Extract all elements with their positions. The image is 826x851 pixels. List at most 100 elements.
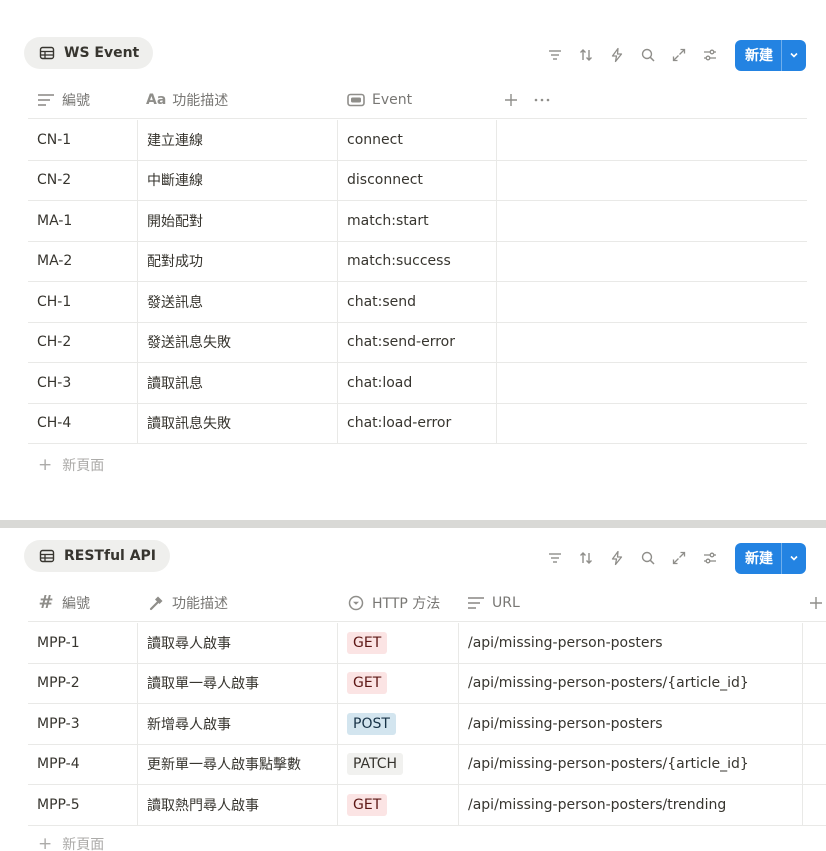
cell-url[interactable]: /api/missing-person-posters	[459, 704, 803, 744]
cell-url[interactable]: /api/missing-person-posters/trending	[459, 785, 803, 825]
cell-description[interactable]: 讀取熱門尋人啟事	[138, 785, 338, 825]
cell-id[interactable]: CH-3	[28, 363, 138, 403]
cell-id[interactable]: MPP-3	[28, 704, 138, 744]
table-row[interactable]: MPP-3 新增尋人啟事 POST /api/missing-person-po…	[28, 704, 826, 745]
table-row[interactable]: CH-2 發送訊息失敗 chat:send-error	[28, 322, 807, 363]
cell-http-method[interactable]: POST	[338, 704, 459, 744]
cell-url[interactable]: /api/missing-person-posters/{article_id}	[459, 744, 803, 784]
table-row[interactable]: CN-2 中斷連線 disconnect	[28, 160, 807, 201]
cell-description[interactable]: 發送訊息	[138, 282, 338, 322]
sort-icon[interactable]	[570, 41, 601, 69]
cell-empty[interactable]	[497, 282, 807, 322]
search-icon[interactable]	[632, 41, 663, 69]
cell-description[interactable]: 讀取單一尋人啟事	[138, 663, 338, 703]
table-row[interactable]: CH-3 讀取訊息 chat:load	[28, 363, 807, 404]
cell-description[interactable]: 建立連線	[138, 120, 338, 160]
cell-description[interactable]: 讀取訊息	[138, 363, 338, 403]
ws-event-view-tab[interactable]: WS Event	[24, 37, 154, 69]
column-header-url[interactable]: URL	[458, 584, 803, 622]
cell-description[interactable]: 讀取訊息失敗	[138, 403, 338, 443]
new-button-label[interactable]: 新建	[735, 40, 781, 71]
cell-http-method[interactable]: GET	[338, 623, 459, 663]
cell-empty[interactable]	[497, 201, 807, 241]
cell-event[interactable]: chat:send-error	[338, 322, 497, 362]
rest-new-page-button[interactable]: + 新頁面	[38, 834, 104, 851]
cell-event[interactable]: match:start	[338, 201, 497, 241]
cell-event[interactable]: connect	[338, 120, 497, 160]
cell-empty[interactable]	[497, 404, 807, 444]
table-row[interactable]: CH-1 發送訊息 chat:send	[28, 282, 807, 323]
cell-empty[interactable]	[497, 120, 807, 160]
chevron-down-icon[interactable]	[782, 543, 806, 574]
cell-empty[interactable]	[497, 363, 807, 403]
cell-empty[interactable]	[803, 745, 826, 785]
cell-id[interactable]: CH-2	[28, 322, 138, 362]
cell-http-method[interactable]: GET	[338, 785, 459, 825]
ws-new-page-button[interactable]: + 新頁面	[38, 455, 104, 475]
cell-empty[interactable]	[803, 664, 826, 704]
settings-sliders-icon[interactable]	[694, 544, 725, 572]
table-row[interactable]: MPP-2 讀取單一尋人啟事 GET /api/missing-person-p…	[28, 663, 826, 704]
cell-empty[interactable]	[803, 785, 826, 825]
cell-empty[interactable]	[497, 161, 807, 201]
cell-url[interactable]: /api/missing-person-posters/{article_id}	[459, 663, 803, 703]
cell-id[interactable]: MA-1	[28, 201, 138, 241]
cell-id[interactable]: MPP-1	[28, 623, 138, 663]
table-row[interactable]: CH-4 讀取訊息失敗 chat:load-error	[28, 403, 807, 444]
search-icon[interactable]	[632, 544, 663, 572]
column-header-description[interactable]: 功能描述	[138, 584, 338, 622]
table-row[interactable]: MA-1 開始配對 match:start	[28, 201, 807, 242]
chevron-down-icon[interactable]	[782, 40, 806, 71]
cell-id[interactable]: MA-2	[28, 241, 138, 281]
cell-id[interactable]: MPP-4	[28, 744, 138, 784]
automation-bolt-icon[interactable]	[601, 41, 632, 69]
table-row[interactable]: MPP-1 讀取尋人啟事 GET /api/missing-person-pos…	[28, 623, 826, 664]
cell-event[interactable]: match:success	[338, 241, 497, 281]
cell-event[interactable]: disconnect	[338, 160, 497, 200]
automation-bolt-icon[interactable]	[601, 544, 632, 572]
add-column-icon[interactable]	[803, 584, 826, 622]
cell-description[interactable]: 中斷連線	[138, 160, 338, 200]
table-row[interactable]: CN-1 建立連線 connect	[28, 120, 807, 161]
cell-empty[interactable]	[803, 623, 826, 663]
add-column-icon[interactable]	[498, 81, 528, 119]
expand-icon[interactable]	[663, 544, 694, 572]
column-header-id[interactable]: 編號	[28, 81, 138, 119]
cell-description[interactable]: 更新單一尋人啟事點擊數	[138, 744, 338, 784]
cell-description[interactable]: 發送訊息失敗	[138, 322, 338, 362]
column-header-description[interactable]: Aa 功能描述	[138, 81, 338, 119]
table-row[interactable]: MA-2 配對成功 match:success	[28, 241, 807, 282]
cell-description[interactable]: 配對成功	[138, 241, 338, 281]
cell-id[interactable]: CH-4	[28, 403, 138, 443]
cell-id[interactable]: MPP-2	[28, 663, 138, 703]
sort-icon[interactable]	[570, 544, 601, 572]
more-options-icon[interactable]	[528, 81, 558, 119]
cell-empty[interactable]	[497, 242, 807, 282]
filter-icon[interactable]	[539, 41, 570, 69]
cell-event[interactable]: chat:load-error	[338, 403, 497, 443]
cell-description[interactable]: 新增尋人啟事	[138, 704, 338, 744]
table-row[interactable]: MPP-4 更新單一尋人啟事點擊數 PATCH /api/missing-per…	[28, 744, 826, 785]
cell-description[interactable]: 開始配對	[138, 201, 338, 241]
cell-id[interactable]: CH-1	[28, 282, 138, 322]
column-header-id[interactable]: # 編號	[28, 584, 138, 622]
cell-event[interactable]: chat:send	[338, 282, 497, 322]
new-button-label[interactable]: 新建	[735, 543, 781, 574]
cell-url[interactable]: /api/missing-person-posters	[459, 623, 803, 663]
expand-icon[interactable]	[663, 41, 694, 69]
cell-http-method[interactable]: PATCH	[338, 744, 459, 784]
cell-event[interactable]: chat:load	[338, 363, 497, 403]
filter-icon[interactable]	[539, 544, 570, 572]
cell-empty[interactable]	[497, 323, 807, 363]
cell-id[interactable]: CN-1	[28, 120, 138, 160]
restful-api-view-tab[interactable]: RESTful API	[24, 540, 171, 572]
table-row[interactable]: MPP-5 讀取熱門尋人啟事 GET /api/missing-person-p…	[28, 785, 826, 826]
cell-empty[interactable]	[803, 704, 826, 744]
cell-id[interactable]: CN-2	[28, 160, 138, 200]
cell-id[interactable]: MPP-5	[28, 785, 138, 825]
settings-sliders-icon[interactable]	[694, 41, 725, 69]
column-header-http-method[interactable]: HTTP 方法	[338, 584, 458, 622]
cell-http-method[interactable]: GET	[338, 663, 459, 703]
column-header-event[interactable]: Event	[338, 81, 498, 119]
cell-description[interactable]: 讀取尋人啟事	[138, 623, 338, 663]
